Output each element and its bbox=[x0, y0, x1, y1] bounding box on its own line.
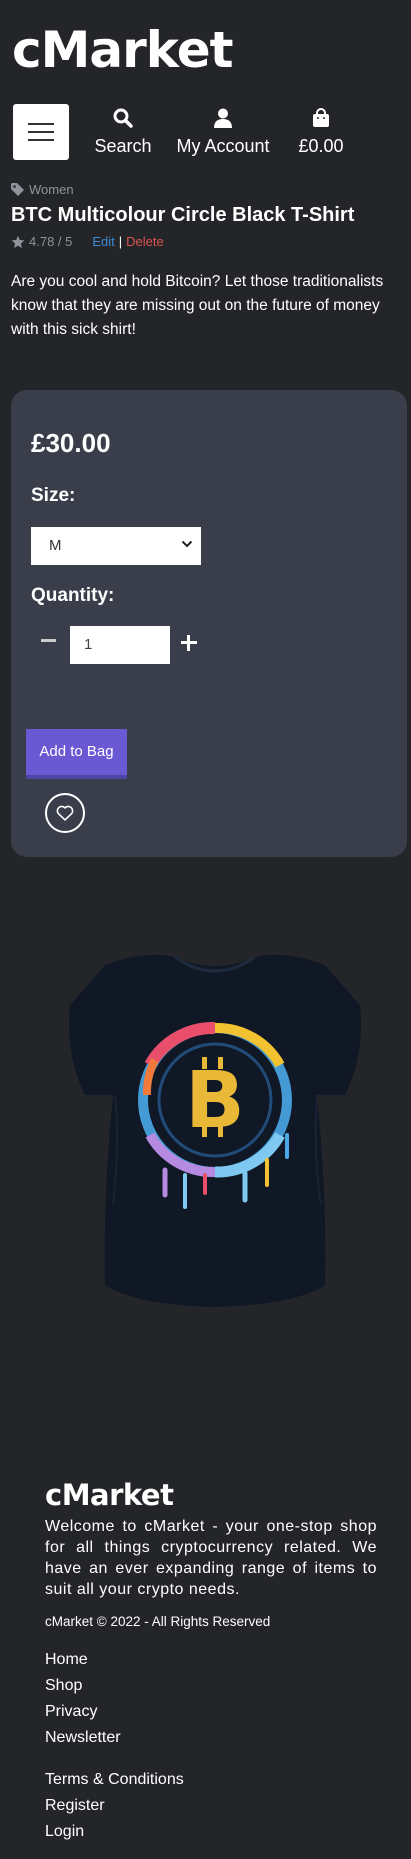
size-select-value: M bbox=[49, 537, 62, 554]
star-icon bbox=[11, 235, 25, 248]
site-header: cMarket Search My Account £0.00 bbox=[0, 0, 411, 170]
product-meta: 4.78 / 5 Edit | Delete bbox=[11, 234, 164, 249]
menu-toggle-button[interactable] bbox=[13, 104, 69, 160]
footer-link-register[interactable]: Register bbox=[45, 1793, 377, 1819]
footer-link-home[interactable]: Home bbox=[45, 1647, 377, 1673]
nav-search-label: Search bbox=[94, 136, 152, 156]
menu-icon bbox=[28, 123, 54, 125]
product-price: £30.00 bbox=[31, 428, 111, 458]
product-description: Are you cool and hold Bitcoin? Let those… bbox=[11, 273, 384, 338]
footer-link-terms[interactable]: Terms & Conditions bbox=[45, 1767, 377, 1793]
footer-copyright: cMarket © 2022 - All Rights Reserved bbox=[45, 1614, 271, 1629]
add-to-bag-button[interactable]: Add to Bag bbox=[26, 729, 127, 779]
footer-link-newsletter[interactable]: Newsletter bbox=[45, 1725, 377, 1751]
search-icon bbox=[94, 108, 152, 132]
category-label: Women bbox=[29, 182, 74, 197]
chevron-down-icon bbox=[181, 540, 193, 548]
heart-icon bbox=[56, 805, 74, 821]
nav-my-account-label: My Account bbox=[176, 136, 270, 156]
delete-product-link[interactable]: Delete bbox=[126, 234, 164, 249]
user-icon bbox=[173, 108, 273, 132]
nav-search[interactable]: Search bbox=[94, 108, 152, 157]
quantity-input[interactable]: 1 bbox=[70, 626, 170, 664]
link-separator: | bbox=[118, 234, 123, 249]
edit-product-link[interactable]: Edit bbox=[92, 234, 114, 249]
increase-quantity-button[interactable] bbox=[180, 634, 198, 652]
wishlist-button[interactable] bbox=[45, 793, 85, 833]
footer-links-secondary: Terms & Conditions Register Login bbox=[45, 1767, 377, 1845]
product-title: BTC Multicolour Circle Black T-Shirt bbox=[11, 204, 355, 226]
quantity-label: Quantity: bbox=[31, 585, 115, 606]
footer-description: Welcome to cMarket - your one-stop shop … bbox=[45, 1518, 377, 1598]
size-select[interactable]: M bbox=[31, 527, 201, 565]
product-rating: 4.78 / 5 bbox=[29, 234, 73, 249]
nav-my-account[interactable]: My Account bbox=[173, 108, 273, 157]
product-image: B bbox=[55, 945, 375, 1325]
decrease-quantity-button[interactable] bbox=[39, 630, 59, 650]
footer-link-privacy[interactable]: Privacy bbox=[45, 1699, 377, 1725]
footer-link-shop[interactable]: Shop bbox=[45, 1673, 377, 1699]
footer-logo[interactable]: cMarket bbox=[45, 1478, 377, 1512]
nav-bag[interactable]: £0.00 bbox=[295, 108, 347, 157]
svg-text:B: B bbox=[185, 1056, 244, 1146]
site-footer: cMarket Welcome to cMarket - your one-st… bbox=[45, 1478, 377, 1845]
purchase-card: £30.00 Size: M Quantity: 1 Add to Bag bbox=[11, 390, 407, 857]
bag-total: £0.00 bbox=[298, 136, 344, 156]
shopping-bag-icon bbox=[295, 108, 347, 132]
product-category[interactable]: Women bbox=[11, 182, 74, 197]
footer-link-login[interactable]: Login bbox=[45, 1819, 377, 1845]
site-logo[interactable]: cMarket bbox=[12, 20, 234, 80]
footer-links-primary: Home Shop Privacy Newsletter bbox=[45, 1647, 377, 1751]
size-label: Size: bbox=[31, 485, 76, 506]
tag-icon bbox=[11, 183, 24, 196]
